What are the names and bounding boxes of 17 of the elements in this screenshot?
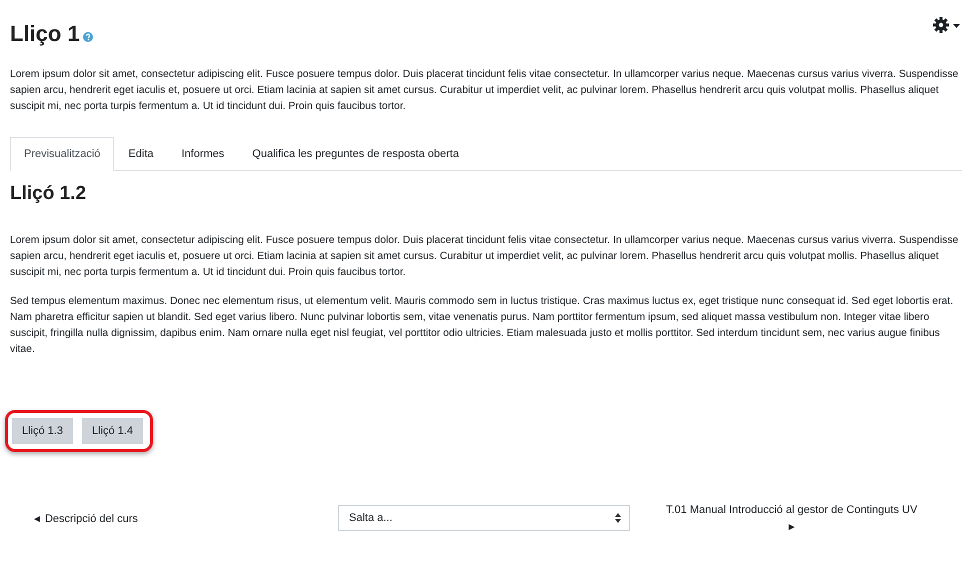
- page-title: Lliço 1: [10, 21, 80, 47]
- paragraph: Lorem ipsum dolor sit amet, consectetur adipiscing elit. Fusce posuere tempus dolor. Duis placerat tincidunt felis vitae consectetur. In ullamcorper varius neque. Maecenas cursus varius viverra. Suspendisse sapien arcu, hendrerit eget iaculis et, posuere ut orci. Etiam lacinia at sapien sit amet cursus. Curabitur ut imperdiet velit, ac pulvinar lorem. Phasellus hendrerit arcu quis volutpat mollis. Phasellus aliquet suscipit mi, nec porta turpis fermentum a. Ut id tincidunt dui. Proin quis faucibus tortor.: [10, 234, 960, 280]
- next-link[interactable]: T.01 Manual Introducció al gestor de Continguts UV ►: [666, 502, 918, 536]
- intro-text: Lorem ipsum dolor sit amet, consectetur adipiscing elit. Fusce posuere tempus dolor. Duis placerat tincidunt felis vitae consectetur. In ullamcorper varius neque. Maecenas cursus varius viverra. Suspendisse sapien arcu, hendrerit eget iaculis et, posuere ut orci. Etiam lacinia at sapien sit amet cursus. Curabitur ut imperdiet velit, ac pulvinar lorem. Phasellus hendrerit arcu quis volutpat mollis. Phasellus aliquet suscipit mi, nec porta turpis fermentum a. Ut id tincidunt dui. Proin quis faucibus tortor.: [10, 68, 960, 114]
- tab[interactable]: Edita: [114, 137, 168, 171]
- sort-icon: [615, 513, 621, 523]
- tab[interactable]: Previsualització: [10, 137, 114, 171]
- lesson-button[interactable]: Lliçó 1.3: [12, 418, 73, 444]
- paragraph: Sed tempus elementum maximus. Donec nec elementum risus, ut elementum velit. Mauris commodo sem in luctus tristique. Cras maximus luctus ex, eget tristique nunc consequat id. Sed eget lobortis erat. Nam pharetra efficitur sapien ut blandit. Sed eget varius libero. Nunc pulvinar lobortis sem, vitae venenatis purus. Nam porttitor fermentum ipsum, sed aliquet massa vestibulum non. Integer vitae libero suscipit, fringilla nulla dignissim, dapibus enim. Nam ornare nulla eget nisl feugiat, vel porttitor odio ultricies. Etiam malesuada justo et mollis porttitor. Sed interdum tincidunt sem, nec varius augue finibus vitae.: [10, 295, 954, 357]
- settings-icon[interactable]: [932, 16, 962, 34]
- jump-select[interactable]: Salta a...: [338, 505, 630, 531]
- tab[interactable]: Qualifica les preguntes de resposta oberta: [238, 137, 473, 171]
- lesson-title: Lliçó 1.2: [10, 183, 88, 205]
- previous-link[interactable]: ◄ Descripció del curs: [32, 513, 338, 525]
- help-icon[interactable]: [82, 32, 93, 42]
- lesson-button[interactable]: Lliçó 1.4: [82, 418, 143, 444]
- tab[interactable]: Informes: [168, 137, 238, 171]
